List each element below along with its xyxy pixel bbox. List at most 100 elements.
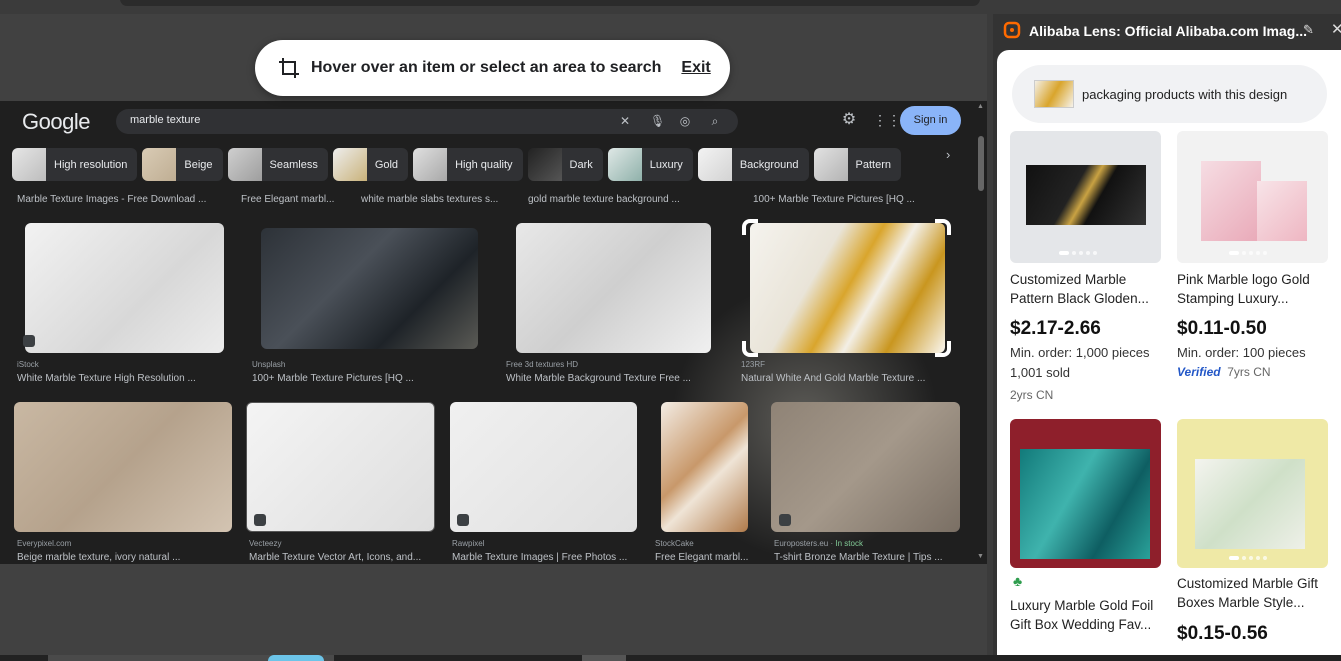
- crop-icon: [279, 58, 299, 78]
- panel-header: Alibaba Lens: Official Alibaba.com Imag.…: [993, 14, 1341, 50]
- result-title[interactable]: Marble Texture Images | Free Photos ...: [452, 552, 627, 563]
- panel-title: Alibaba Lens: Official Alibaba.com Imag.…: [1029, 23, 1307, 39]
- address-bar[interactable]: [120, 0, 980, 6]
- image-badge-icon: [254, 514, 266, 526]
- chip[interactable]: Seamless: [227, 148, 328, 181]
- google-header: Google marble texture ✕ 🎙 ◎ ⌕ ⚙ ⋮⋮ Sign …: [0, 101, 975, 145]
- caption[interactable]: Marble Texture Images - Free Download ..…: [17, 194, 206, 205]
- selection-corner: [742, 219, 758, 235]
- result-title[interactable]: White Marble Background Texture Free ...: [506, 373, 691, 384]
- pin-icon[interactable]: ✎: [1303, 22, 1314, 38]
- close-icon[interactable]: ✕: [1331, 20, 1341, 38]
- supplier-meta: 2yrs CN: [1010, 388, 1054, 402]
- chip[interactable]: Background: [697, 148, 809, 181]
- product-image[interactable]: [1177, 131, 1328, 263]
- exit-button[interactable]: Exit: [681, 59, 710, 77]
- result-title[interactable]: T-shirt Bronze Marble Texture | Tips ...: [774, 552, 943, 563]
- alibaba-lens-panel: Alibaba Lens: Official Alibaba.com Imag.…: [993, 14, 1341, 656]
- filter-chips: High resolution Beige Seamless Gold High…: [12, 148, 972, 182]
- search-box[interactable]: marble texture ✕ 🎙 ◎ ⌕: [116, 109, 738, 134]
- product-title[interactable]: Customized Marble Pattern Black Gloden..…: [1010, 270, 1162, 308]
- panel-content: packaging products with this design Cust…: [997, 50, 1341, 656]
- image-badge-icon: [779, 514, 791, 526]
- result-title[interactable]: Natural White And Gold Marble Texture ..…: [741, 373, 925, 384]
- min-order: Min. order: 1,000 pieces: [1010, 345, 1150, 360]
- result-image[interactable]: [516, 223, 711, 353]
- chip[interactable]: High resolution: [12, 148, 138, 181]
- result-title[interactable]: 100+ Marble Texture Pictures [HQ ...: [252, 373, 414, 384]
- search-icon[interactable]: ⌕: [708, 114, 722, 128]
- apps-grid-icon[interactable]: ⋮⋮: [873, 111, 901, 129]
- query-thumbnail: [1034, 80, 1074, 108]
- chip[interactable]: Luxury: [607, 148, 693, 181]
- image-badge-icon: [457, 514, 469, 526]
- chip[interactable]: Dark: [527, 148, 603, 181]
- result-image[interactable]: [450, 402, 637, 532]
- product-title[interactable]: Customized Marble Gift Boxes Marble Styl…: [1177, 574, 1329, 612]
- verified-badge: Verified: [1177, 365, 1221, 379]
- sign-in-button[interactable]: Sign in: [900, 106, 961, 135]
- query-pill[interactable]: packaging products with this design: [1012, 65, 1327, 123]
- result-title[interactable]: Beige marble texture, ivory natural ...: [17, 552, 180, 563]
- chip[interactable]: High quality: [413, 148, 523, 181]
- chip[interactable]: Pattern: [813, 148, 901, 181]
- result-source: Europosters.eu · In stock: [774, 539, 863, 548]
- result-image[interactable]: [14, 402, 232, 532]
- settings-gear-icon[interactable]: ⚙: [840, 111, 858, 129]
- result-image[interactable]: [261, 228, 478, 349]
- result-image[interactable]: [25, 223, 224, 353]
- alibaba-logo-icon: [1003, 21, 1021, 39]
- eco-leaf-icon: ♣: [1013, 573, 1023, 589]
- result-image[interactable]: [771, 402, 960, 532]
- min-order: Min. order: 100 pieces: [1177, 345, 1306, 360]
- scrollbar[interactable]: ▲ ▼: [975, 101, 987, 564]
- product-price: $0.15-0.56: [1177, 623, 1268, 644]
- selected-result-image[interactable]: [750, 223, 945, 353]
- caption[interactable]: white marble slabs textures s...: [361, 194, 498, 205]
- image-carousel-dots[interactable]: [1229, 556, 1267, 560]
- result-source: Everypixel.com: [17, 539, 72, 548]
- scroll-up-icon[interactable]: ▲: [977, 103, 984, 110]
- browser-top-strip: [0, 0, 990, 14]
- chevron-right-icon[interactable]: ›: [946, 147, 950, 162]
- scroll-thumb[interactable]: [978, 136, 984, 191]
- image-carousel-dots[interactable]: [1059, 251, 1097, 255]
- selection-corner: [935, 341, 951, 357]
- product-image[interactable]: [1177, 419, 1328, 568]
- result-source: Vecteezy: [249, 539, 282, 548]
- result-source: iStock: [17, 360, 39, 369]
- taskbar-app-icon[interactable]: [268, 655, 324, 661]
- product-image[interactable]: [1010, 131, 1161, 263]
- search-query[interactable]: marble texture: [130, 114, 200, 126]
- selection-corner: [935, 219, 951, 235]
- result-title[interactable]: Marble Texture Vector Art, Icons, and...: [249, 552, 421, 563]
- chip[interactable]: Gold: [332, 148, 409, 181]
- result-source: 123RF: [741, 360, 766, 369]
- caption[interactable]: gold marble texture background ...: [528, 194, 680, 205]
- taskbar-item[interactable]: [582, 655, 626, 661]
- result-source: Rawpixel: [452, 539, 485, 548]
- caption[interactable]: 100+ Marble Texture Pictures [HQ ...: [753, 194, 915, 205]
- selection-corner: [742, 341, 758, 357]
- product-price: $2.17-2.66: [1010, 318, 1101, 339]
- mic-icon[interactable]: 🎙: [650, 114, 665, 128]
- google-images-screenshot[interactable]: Google marble texture ✕ 🎙 ◎ ⌕ ⚙ ⋮⋮ Sign …: [0, 101, 987, 564]
- lens-icon[interactable]: ◎: [678, 114, 692, 128]
- result-image[interactable]: [246, 402, 435, 532]
- supplier-meta: Verified 7yrs CN: [1177, 365, 1271, 379]
- product-title[interactable]: Pink Marble logo Gold Stamping Luxury...: [1177, 270, 1329, 308]
- result-title[interactable]: White Marble Texture High Resolution ...: [17, 373, 196, 384]
- result-title[interactable]: Free Elegant marbl...: [655, 552, 748, 563]
- product-title[interactable]: Luxury Marble Gold Foil Gift Box Wedding…: [1010, 596, 1162, 634]
- result-source: StockCake: [655, 539, 694, 548]
- chip[interactable]: Beige: [142, 148, 223, 181]
- scroll-down-icon[interactable]: ▼: [977, 553, 984, 560]
- result-source: Free 3d textures HD: [506, 360, 579, 369]
- result-image[interactable]: [661, 402, 748, 532]
- caption[interactable]: Free Elegant marbl...: [241, 194, 334, 205]
- image-carousel-dots[interactable]: [1229, 251, 1267, 255]
- product-image[interactable]: [1010, 419, 1161, 568]
- google-logo[interactable]: Google: [22, 109, 90, 135]
- query-text: packaging products with this design: [1082, 87, 1288, 102]
- clear-icon[interactable]: ✕: [618, 114, 632, 128]
